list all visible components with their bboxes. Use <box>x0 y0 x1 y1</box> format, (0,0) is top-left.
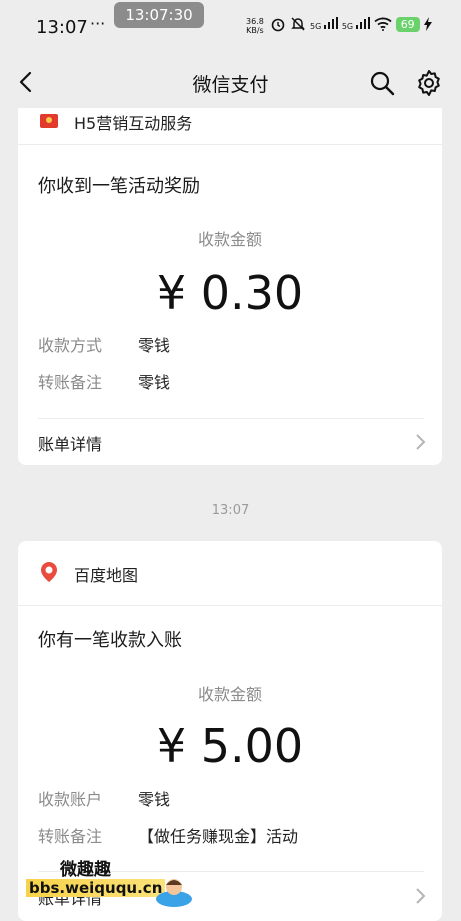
signal-5g-icon-2: 5G <box>342 17 370 31</box>
status-icons: 5G 5G 69 <box>270 16 432 32</box>
message-source-name: H5营销互动服务 <box>74 114 193 133</box>
wifi-icon <box>374 17 392 31</box>
net-speed-unit: KB/s <box>246 26 264 35</box>
red-packet-icon <box>40 114 58 128</box>
search-icon[interactable] <box>369 70 395 96</box>
amount-value: ¥ 5.00 <box>156 719 304 773</box>
detail-value: 【做任务赚现金】活动 <box>138 827 299 846</box>
watermark-url: bbs.weiququ.cn <box>26 879 166 897</box>
recording-time-pill: 13:07:30 <box>114 2 204 28</box>
status-bar: 13:07 ··· 13:07:30 36.8 KB/s 5G 5G 69 <box>0 0 461 58</box>
mascot-icon <box>156 879 192 907</box>
detail-key: 转账备注 <box>38 373 103 392</box>
detail-key: 转账备注 <box>38 827 103 846</box>
chevron-right-icon <box>416 888 426 904</box>
net-speed: 36.8 KB/s <box>246 17 264 35</box>
nav-bar: 微信支付 <box>0 58 461 106</box>
status-dots: ··· <box>90 14 106 33</box>
signal-label-2: 5G <box>341 22 354 31</box>
message-source-row[interactable]: 百度地图 <box>18 541 442 606</box>
bill-details-label: 账单详情 <box>38 435 103 454</box>
mute-bell-icon <box>291 17 305 31</box>
net-speed-value: 36.8 <box>246 17 264 26</box>
battery-level: 69 <box>395 16 420 32</box>
amount-label: 收款金额 <box>197 230 262 249</box>
detail-key: 收款方式 <box>38 336 103 355</box>
amount-value: ¥ 0.30 <box>156 266 304 320</box>
message-title: 你收到一笔活动奖励 <box>38 176 200 197</box>
charging-icon <box>423 17 432 31</box>
detail-value: 零钱 <box>138 373 171 392</box>
site-watermark: 微趣趣 bbs.weiququ.cn <box>0 845 200 920</box>
status-time: 13:07 <box>36 17 88 38</box>
message-timestamp: 13:07 <box>211 503 250 518</box>
signal-5g-icon: 5G <box>310 17 338 31</box>
detail-key: 收款账户 <box>38 790 103 809</box>
alarm-icon <box>271 18 285 32</box>
message-source-name: 百度地图 <box>74 566 139 585</box>
amount-label: 收款金额 <box>197 685 262 704</box>
bill-details-link[interactable]: 账单详情 <box>18 419 442 465</box>
message-title: 你有一笔收款入账 <box>38 630 182 651</box>
detail-value: 零钱 <box>138 336 171 355</box>
signal-label-1: 5G <box>310 22 322 31</box>
watermark-title: 微趣趣 <box>60 860 111 880</box>
baidu-map-icon <box>41 562 57 582</box>
gear-icon[interactable] <box>415 69 443 97</box>
chevron-right-icon <box>416 434 426 450</box>
payment-message-card: H5营销互动服务 你收到一笔活动奖励 收款金额 ¥ 0.30 收款方式 零钱 转… <box>18 108 442 465</box>
detail-value: 零钱 <box>138 790 171 809</box>
message-source-row[interactable]: H5营销互动服务 <box>18 108 442 145</box>
